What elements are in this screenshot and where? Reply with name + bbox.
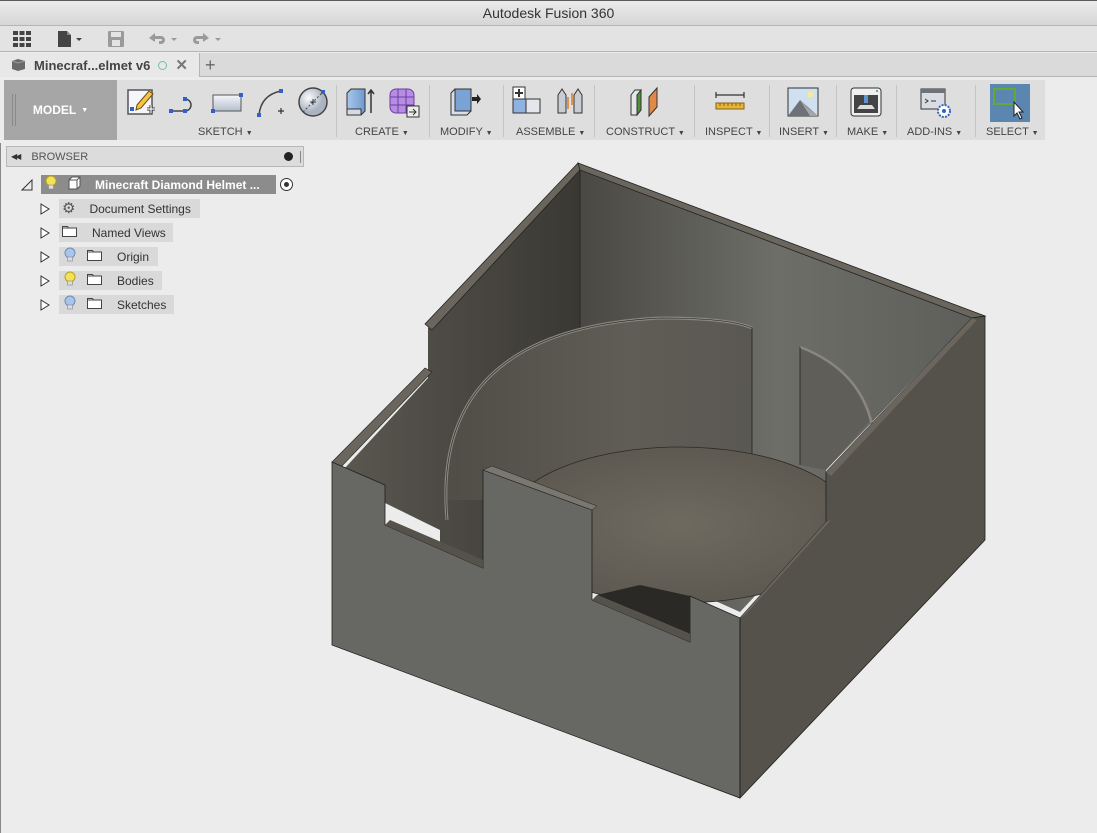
insert-image-icon[interactable] bbox=[786, 85, 820, 119]
browser-minimize-icon[interactable] bbox=[284, 152, 293, 161]
data-panel-icon[interactable] bbox=[12, 29, 32, 49]
redo-icon[interactable] bbox=[191, 29, 223, 49]
press-pull-icon[interactable] bbox=[448, 85, 482, 119]
save-icon[interactable] bbox=[107, 29, 125, 49]
browser-root-label: Minecraft Diamond Helmet ... bbox=[95, 177, 260, 192]
collapse-root-icon[interactable] bbox=[20, 178, 33, 191]
lightbulb-on-icon[interactable] bbox=[45, 175, 57, 194]
scripts-addins-icon[interactable] bbox=[919, 85, 953, 119]
3d-print-icon[interactable] bbox=[849, 85, 883, 119]
inspect-group-label[interactable]: INSPECT ▼ bbox=[705, 126, 762, 138]
create-form-icon[interactable] bbox=[387, 85, 421, 119]
folder-icon bbox=[87, 249, 102, 264]
toolbar-separator bbox=[503, 85, 504, 137]
browser-item-label: Document Settings bbox=[89, 201, 191, 216]
gear-icon: ⚙ bbox=[62, 200, 76, 217]
extrude-icon[interactable] bbox=[344, 85, 378, 119]
browser-row-named-views[interactable]: Named Views bbox=[62, 223, 166, 242]
select-group-label[interactable]: SELECT ▼ bbox=[986, 126, 1039, 138]
addins-group-label[interactable]: ADD-INS ▼ bbox=[907, 126, 962, 138]
folder-icon bbox=[87, 297, 102, 312]
lightbulb-off-icon[interactable] bbox=[64, 247, 76, 266]
assemble-group-label[interactable]: ASSEMBLE ▼ bbox=[516, 126, 585, 138]
unsaved-circle-icon bbox=[158, 60, 168, 70]
measure-icon[interactable] bbox=[713, 85, 747, 119]
browser-root-row[interactable]: Minecraft Diamond Helmet ... bbox=[45, 175, 260, 194]
expand-arrow-icon[interactable] bbox=[40, 298, 50, 311]
close-tab-icon[interactable]: ✕ bbox=[175, 56, 188, 74]
browser-item-label: Sketches bbox=[117, 297, 167, 312]
file-menu-icon[interactable] bbox=[56, 29, 84, 49]
collapse-browser-icon[interactable]: ◀◀ bbox=[11, 152, 21, 161]
circle-icon[interactable] bbox=[296, 85, 330, 119]
undo-icon[interactable] bbox=[147, 29, 179, 49]
create-sketch-icon[interactable] bbox=[125, 85, 159, 119]
lightbulb-off-icon[interactable] bbox=[64, 295, 76, 314]
toolbar-grip[interactable] bbox=[12, 94, 16, 126]
document-cube-icon bbox=[10, 58, 26, 72]
browser-row-bodies[interactable]: Bodies bbox=[64, 271, 154, 290]
3d-viewport[interactable] bbox=[305, 143, 1097, 833]
expand-arrow-icon[interactable] bbox=[40, 226, 50, 239]
folder-icon bbox=[62, 225, 77, 240]
construct-group-label[interactable]: CONSTRUCT ▼ bbox=[606, 126, 685, 138]
toolbar-separator bbox=[429, 85, 430, 137]
component-box-icon bbox=[67, 176, 81, 193]
toolbar-separator bbox=[694, 85, 695, 137]
document-tab-bar: Minecraf...elmet v6 ✕ + bbox=[0, 53, 1097, 77]
new-component-icon[interactable] bbox=[510, 85, 544, 119]
browser-panel-header: ◀◀ BROWSER bbox=[6, 146, 304, 167]
window-edge bbox=[0, 143, 1, 833]
browser-row-document-settings[interactable]: ⚙ Document Settings bbox=[62, 199, 191, 218]
make-group-label[interactable]: MAKE ▼ bbox=[847, 126, 888, 138]
ribbon-toolbar: MODEL ▼ SKETCH ▼ CREATE ▼ MODIFY ▼ ASSEM… bbox=[0, 77, 1097, 143]
window-title: Autodesk Fusion 360 bbox=[482, 5, 615, 21]
browser-item-label: Origin bbox=[117, 249, 150, 264]
toolbar-separator bbox=[336, 85, 337, 137]
toolbar-separator bbox=[975, 85, 976, 137]
browser-row-origin[interactable]: Origin bbox=[64, 247, 149, 266]
offset-plane-icon[interactable] bbox=[628, 85, 662, 119]
new-tab-button[interactable]: + bbox=[205, 53, 216, 77]
lightbulb-on-icon[interactable] bbox=[64, 271, 76, 290]
browser-row-sketches[interactable]: Sketches bbox=[64, 295, 166, 314]
browser-item-label: Named Views bbox=[92, 225, 166, 240]
joint-icon[interactable] bbox=[554, 85, 588, 119]
select-icon[interactable] bbox=[990, 84, 1030, 122]
workspace-switcher[interactable]: MODEL ▼ bbox=[4, 80, 117, 140]
activate-radio-icon[interactable] bbox=[280, 178, 293, 191]
expand-arrow-icon[interactable] bbox=[40, 202, 50, 215]
quick-access-toolbar bbox=[0, 26, 1097, 52]
window-title-bar: Autodesk Fusion 360 bbox=[0, 0, 1097, 26]
line-icon[interactable] bbox=[167, 85, 201, 119]
toolbar-separator bbox=[594, 85, 595, 137]
toolbar-separator bbox=[836, 85, 837, 137]
toolbar-separator bbox=[896, 85, 897, 137]
arc-icon[interactable] bbox=[254, 85, 288, 119]
create-group-label[interactable]: CREATE ▼ bbox=[355, 126, 409, 138]
modify-group-label[interactable]: MODIFY ▼ bbox=[440, 126, 493, 138]
browser-item-label: Bodies bbox=[117, 273, 154, 288]
insert-group-label[interactable]: INSERT ▼ bbox=[779, 126, 829, 138]
workspace-label: MODEL bbox=[32, 103, 77, 117]
expand-arrow-icon[interactable] bbox=[40, 274, 50, 287]
sketch-group-label[interactable]: SKETCH ▼ bbox=[198, 126, 253, 138]
browser-resize-handle[interactable] bbox=[300, 151, 301, 163]
chevron-down-icon: ▼ bbox=[81, 106, 89, 114]
expand-arrow-icon[interactable] bbox=[40, 250, 50, 263]
document-tab-label: Minecraf...elmet v6 bbox=[34, 57, 151, 73]
document-tab[interactable]: Minecraf...elmet v6 ✕ bbox=[0, 53, 200, 77]
folder-icon bbox=[87, 273, 102, 288]
browser-title: BROWSER bbox=[31, 150, 89, 163]
rectangle-icon[interactable] bbox=[210, 85, 244, 119]
toolbar-separator bbox=[769, 85, 770, 137]
